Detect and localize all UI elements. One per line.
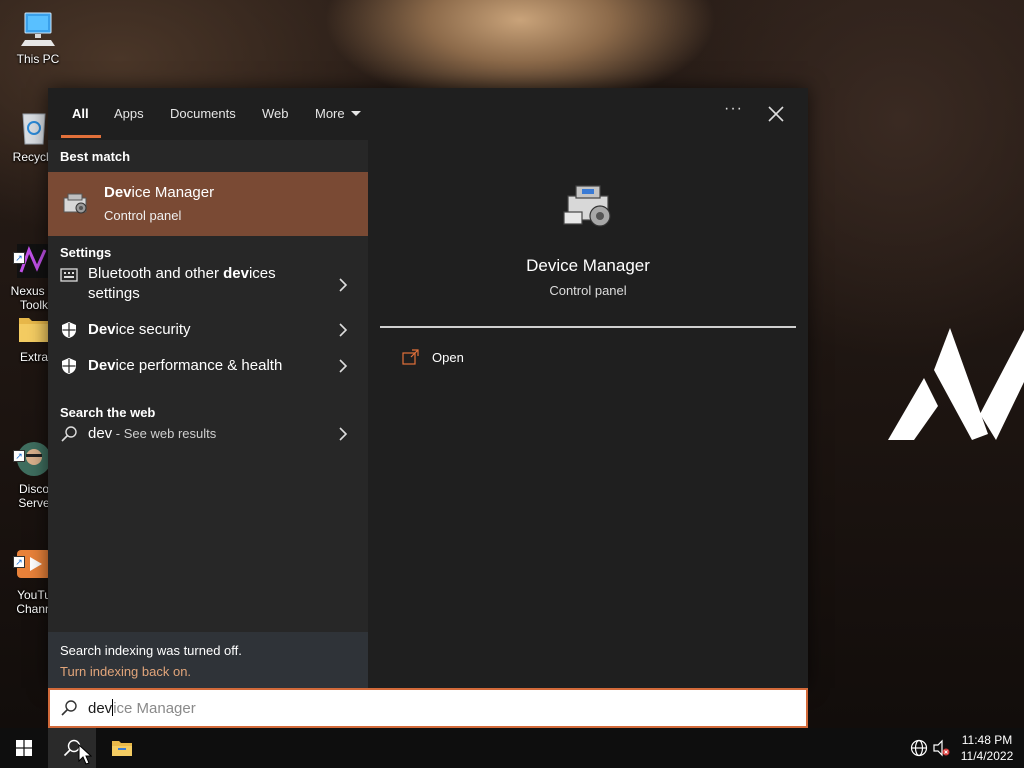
volume-muted-icon[interactable] xyxy=(932,739,950,757)
tab-all[interactable]: All xyxy=(72,105,89,125)
web-search-suffix: - See web results xyxy=(112,426,217,441)
tab-more-label: More xyxy=(315,106,345,121)
settings-header: Settings xyxy=(60,245,112,260)
start-button[interactable] xyxy=(0,728,48,768)
monitor-icon xyxy=(19,10,57,48)
active-tab-indicator xyxy=(61,135,101,138)
keyboard-settings-icon xyxy=(60,268,78,282)
settings-item-bluetooth[interactable]: Bluetooth and other devices settings xyxy=(48,264,368,312)
settings-item-device-security[interactable]: Device security xyxy=(48,320,368,344)
search-input-text: device Manager xyxy=(88,699,196,717)
settings-item-label-bold: dev xyxy=(223,265,249,282)
clock-date: 11/4/2022 xyxy=(960,749,1014,763)
desktop-icon-label: This PC xyxy=(16,52,60,66)
best-match-title-bold: Dev xyxy=(104,184,132,201)
web-search-query: dev xyxy=(88,425,113,442)
search-tab-bar: All Apps Documents Web More ··· xyxy=(48,88,808,140)
shortcut-arrow-icon: ↗ xyxy=(13,556,25,568)
chevron-right-icon xyxy=(339,323,348,337)
settings-item-label-line2: settings xyxy=(88,285,140,302)
best-match-title: Device Manager xyxy=(104,184,214,201)
taskbar-clock[interactable]: 11:48 PM 11/4/2022 xyxy=(952,732,1022,764)
turn-indexing-on-link[interactable]: Turn indexing back on. xyxy=(60,664,191,679)
search-typed-text: dev xyxy=(88,700,113,717)
shortcut-arrow-icon: ↗ xyxy=(13,450,25,462)
preview-subtitle: Control panel xyxy=(549,283,627,298)
settings-item-label: Device security xyxy=(88,320,191,340)
clock-time: 11:48 PM xyxy=(961,733,1013,747)
chevron-down-icon xyxy=(350,111,361,116)
chevron-right-icon xyxy=(339,278,348,292)
shield-icon xyxy=(62,322,76,338)
search-the-web-header: Search the web xyxy=(60,405,156,420)
indexing-notice-text: Search indexing was turned off. xyxy=(60,643,242,658)
windows-logo-icon xyxy=(16,740,32,756)
settings-item-label-bold: Dev xyxy=(88,357,116,374)
search-flyout: All Apps Documents Web More ··· Best mat… xyxy=(48,88,808,688)
open-action-label: Open xyxy=(432,350,464,365)
search-autocomplete-text: ice Manager xyxy=(113,700,196,717)
web-search-result[interactable]: dev - See web results xyxy=(48,424,368,448)
file-explorer-button[interactable] xyxy=(98,728,146,768)
best-match-subtitle: Control panel xyxy=(104,208,182,223)
tab-web[interactable]: Web xyxy=(262,105,289,125)
settings-item-label-post: ices xyxy=(248,265,276,282)
network-globe-icon[interactable] xyxy=(910,739,928,757)
taskbar: 11:48 PM 11/4/2022 xyxy=(0,728,1024,768)
mouse-cursor-icon xyxy=(78,744,92,765)
web-search-label: dev - See web results xyxy=(88,424,216,444)
search-icon xyxy=(61,700,77,716)
tab-apps[interactable]: Apps xyxy=(114,105,144,125)
best-match-header: Best match xyxy=(60,149,131,164)
settings-item-label-post: ice security xyxy=(115,321,191,338)
tab-documents[interactable]: Documents xyxy=(170,105,236,125)
preview-divider xyxy=(380,326,796,328)
device-manager-icon xyxy=(63,193,87,214)
desktop-icon-this-pc[interactable]: This PC xyxy=(0,10,76,66)
indexing-notice: Search indexing was turned off. Turn ind… xyxy=(48,632,368,688)
best-match-result[interactable]: Device Manager Control panel xyxy=(48,172,368,236)
settings-item-label-pre: Bluetooth and other xyxy=(88,265,224,282)
settings-item-label: Device performance & health xyxy=(88,356,282,376)
tab-more[interactable]: More xyxy=(315,105,361,125)
best-match-title-rest: ice Manager xyxy=(131,184,215,201)
search-input[interactable]: device Manager xyxy=(48,688,808,728)
chevron-right-icon xyxy=(339,427,348,441)
settings-item-device-performance[interactable]: Device performance & health xyxy=(48,356,368,380)
shield-icon xyxy=(62,358,76,374)
settings-item-label: Bluetooth and other devices settings xyxy=(88,264,276,304)
settings-item-label-bold: Dev xyxy=(88,321,116,338)
preview-title: Device Manager xyxy=(526,256,650,275)
search-icon xyxy=(61,426,77,442)
shortcut-arrow-icon: ↗ xyxy=(13,252,25,264)
device-manager-icon xyxy=(563,185,611,227)
settings-item-label-post: ice performance & health xyxy=(115,357,283,374)
preview-pane: Device Manager Control panel Open xyxy=(380,152,796,688)
open-external-icon xyxy=(402,349,419,365)
results-pane: Best match Device Manager Control panel … xyxy=(48,140,368,688)
wallpaper-logo xyxy=(888,328,1024,440)
file-explorer-icon xyxy=(112,741,132,756)
close-icon[interactable] xyxy=(764,102,788,126)
chevron-right-icon xyxy=(339,359,348,373)
more-options-icon[interactable]: ··· xyxy=(724,100,743,118)
